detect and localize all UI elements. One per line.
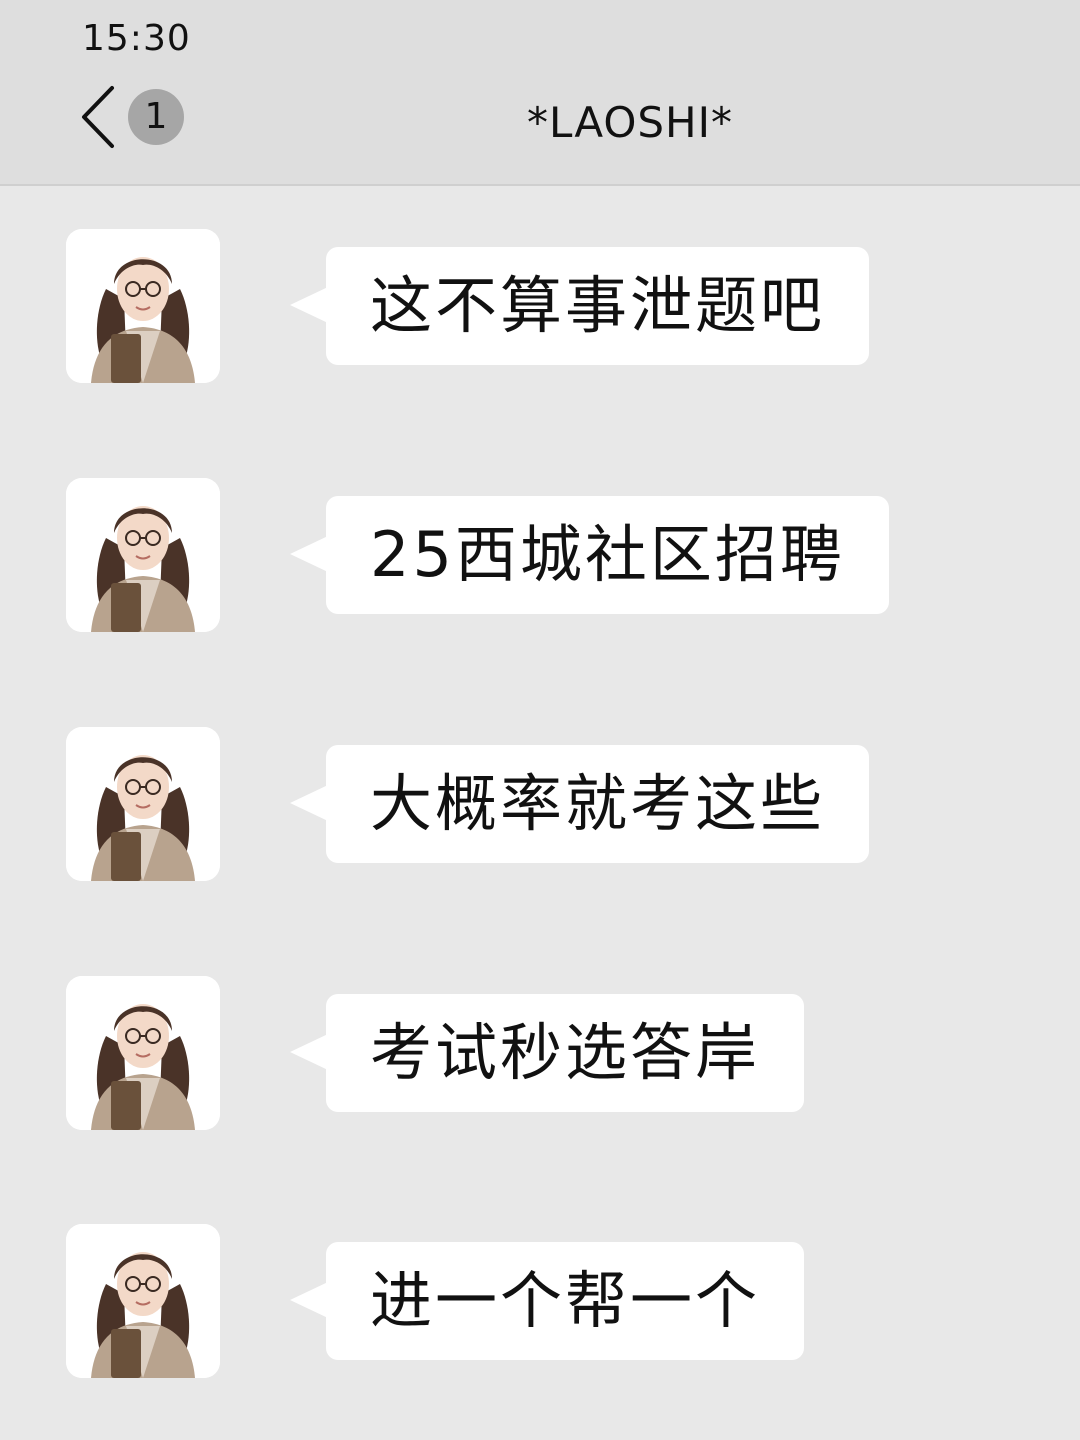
unread-count-badge: 1 — [128, 89, 184, 145]
chat-title: *LAOSHI* — [526, 98, 734, 147]
teacher-avatar[interactable] — [66, 1224, 220, 1378]
bubble-tail — [290, 785, 328, 821]
message-bubble[interactable]: 25西城社区招聘 — [326, 496, 889, 614]
teacher-avatar[interactable] — [66, 727, 220, 881]
message-row: 25西城社区招聘 — [0, 478, 1080, 638]
bubble-tail — [290, 287, 328, 323]
message-bubble[interactable]: 大概率就考这些 — [326, 745, 870, 863]
message-bubble[interactable]: 进一个帮一个 — [326, 1242, 805, 1360]
message-bubble[interactable]: 这不算事泄题吧 — [326, 247, 870, 365]
teacher-avatar[interactable] — [66, 478, 220, 632]
chat-header: 15:30 1 *LAOSHI* — [0, 0, 1080, 186]
message-row: 进一个帮一个 — [0, 1224, 1080, 1384]
message-bubble[interactable]: 考试秒选答岸 — [326, 994, 805, 1112]
bubble-tail — [290, 536, 328, 572]
chevron-left-icon — [82, 86, 114, 148]
teacher-avatar[interactable] — [66, 976, 220, 1130]
message-row: 考试秒选答岸 — [0, 976, 1080, 1136]
teacher-avatar[interactable] — [66, 229, 220, 383]
back-button[interactable]: 1 — [78, 84, 198, 150]
message-row: 这不算事泄题吧 — [0, 229, 1080, 389]
message-row: 大概率就考这些 — [0, 727, 1080, 887]
bubble-tail — [290, 1282, 328, 1318]
bubble-tail — [290, 1034, 328, 1070]
status-time: 15:30 — [82, 18, 191, 59]
